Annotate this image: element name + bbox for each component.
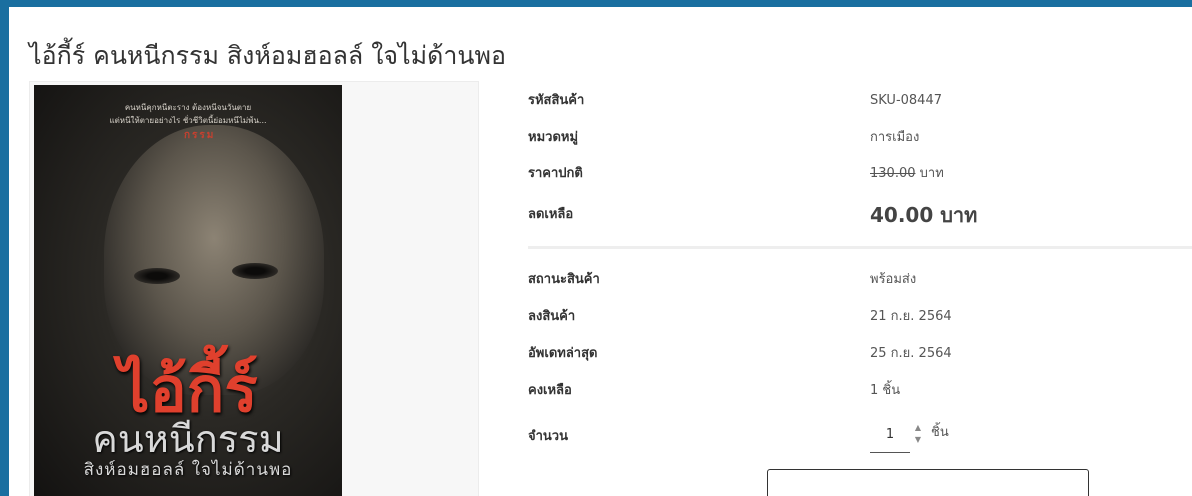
product-title: ไอ้กี้ร์ คนหนีกรรม สิงห์อมฮอลล์ ใจไม่ด้า… <box>29 41 506 70</box>
cover-blurb-line-2: แต่หนีให้ตายอย่างไร ชั่วชีวิตนี้ย่อมหนีไ… <box>109 116 267 125</box>
cover-left-eye <box>134 268 180 284</box>
sku-row: รหัสสินค้า SKU-08447 <box>528 90 1192 112</box>
spinner-down-icon[interactable]: ▼ <box>912 435 924 445</box>
details-divider <box>528 246 1192 249</box>
cover-blurb: คนหนีคุกหนีตะราง ต้องหนีจนวันตาย แต่หนีใ… <box>34 101 342 127</box>
status-label: สถานะสินค้า <box>528 272 600 287</box>
spinner-up-icon[interactable]: ▲ <box>912 423 924 433</box>
sale-price-row: ลดเหลือ 40.00 บาท <box>528 203 1192 227</box>
cover-title: ไอ้กี้ร์ <box>118 353 258 426</box>
status-value: พร้อมส่ง <box>870 272 917 287</box>
add-to-cart-button[interactable] <box>767 469 1089 496</box>
listed-date-row: ลงสินค้า 21 ก.ย. 2564 <box>528 306 1192 328</box>
regular-price-unit: บาท <box>919 166 944 181</box>
stock-label: คงเหลือ <box>528 383 572 398</box>
regular-price-label: ราคาปกติ <box>528 166 583 181</box>
regular-price-value: 130.00 บาท <box>870 163 944 185</box>
cover-right-eye <box>232 263 278 279</box>
updated-date-label: อัพเดทล่าสุด <box>528 346 598 361</box>
updated-date-value: 25 ก.ย. 2564 <box>870 346 952 361</box>
quantity-spinner: ▲ ▼ <box>912 423 924 447</box>
regular-price-amount: 130.00 <box>870 166 916 181</box>
listed-date-label: ลงสินค้า <box>528 309 576 324</box>
category-value[interactable]: การเมือง <box>870 127 919 149</box>
regular-price-row: ราคาปกติ 130.00 บาท <box>528 163 1192 185</box>
sku-value: SKU-08447 <box>870 93 942 108</box>
listed-date-value: 21 ก.ย. 2564 <box>870 309 952 324</box>
category-label: หมวดหมู่ <box>528 130 579 145</box>
book-cover-image[interactable]: คนหนีคุกหนีตะราง ต้องหนีจนวันตาย แต่หนีใ… <box>34 85 342 496</box>
updated-date-row: อัพเดทล่าสุด 25 ก.ย. 2564 <box>528 343 1192 365</box>
cover-subtitle: คนหนีกรรม <box>92 417 284 461</box>
category-row: หมวดหมู่ การเมือง <box>528 127 1192 149</box>
sku-label: รหัสสินค้า <box>528 93 585 108</box>
stock-value: 1 ชิ้น <box>870 383 901 398</box>
product-details: รหัสสินค้า SKU-08447 หมวดหมู่ การเมือง ร… <box>528 7 1192 496</box>
product-image-container: คนหนีคุกหนีตะราง ต้องหนีจนวันตาย แต่หนีใ… <box>29 81 479 496</box>
cover-mark: กรรม <box>184 130 216 141</box>
sale-price-value: 40.00 บาท <box>870 203 978 227</box>
sale-price-label: ลดเหลือ <box>528 207 574 222</box>
quantity-unit: ชิ้น <box>931 425 949 440</box>
status-row: สถานะสินค้า พร้อมส่ง <box>528 269 1192 291</box>
cover-blurb-line-1: คนหนีคุกหนีตะราง ต้องหนีจนวันตาย <box>124 103 252 112</box>
cover-author: สิงห์อมฮอลล์ ใจไม่ด้านพอ <box>83 460 293 480</box>
quantity-row: จำนวน ▲ ▼ ชิ้น <box>528 417 1192 453</box>
quantity-input[interactable] <box>870 417 910 453</box>
quantity-label: จำนวน <box>528 429 568 444</box>
product-page: ไอ้กี้ร์ คนหนีกรรม สิงห์อมฮอลล์ ใจไม่ด้า… <box>9 7 1192 496</box>
stock-row: คงเหลือ 1 ชิ้น <box>528 380 1192 402</box>
